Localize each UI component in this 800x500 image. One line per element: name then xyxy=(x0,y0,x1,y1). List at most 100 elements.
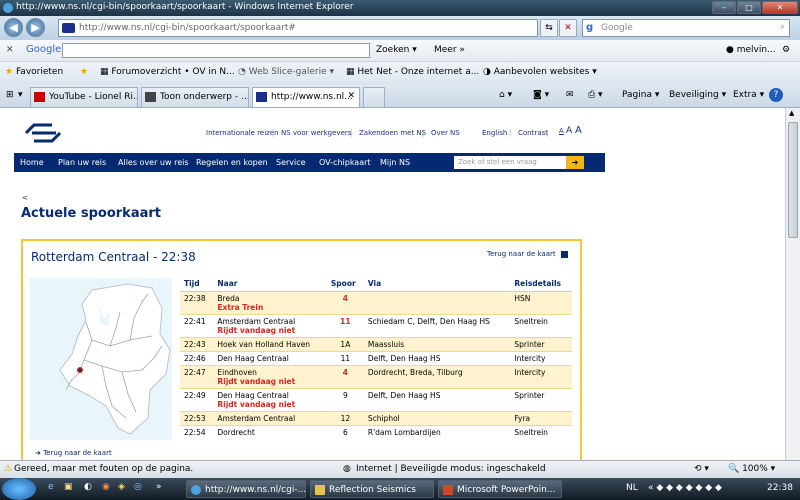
close-tab-icon[interactable]: ✕ xyxy=(347,91,355,101)
tab-youtube[interactable]: YouTube - Lionel Ri... xyxy=(30,87,138,107)
nav-alles-over-uw-reis[interactable]: Alles over uw reis xyxy=(118,158,189,167)
print-icon[interactable]: ⎙ ▾ xyxy=(588,90,603,100)
departure-type[interactable]: Intercity xyxy=(510,365,572,389)
taskbar-item-folder[interactable]: Reflection Seismics xyxy=(310,480,434,498)
home-icon[interactable]: ⌂ ▾ xyxy=(499,90,512,100)
taskbar-item-powerpoint[interactable]: Microsoft PowerPoin... xyxy=(438,480,562,498)
vertical-scrollbar[interactable]: ▲ xyxy=(785,108,800,460)
departure-row[interactable]: 22:47 Eindhoven Rijdt vandaag niet 4 Dordrec… xyxy=(180,365,572,389)
wrench-icon[interactable]: ⚙ xyxy=(782,45,790,55)
site-search-button[interactable]: ➜ xyxy=(566,156,584,169)
tab-list-icon[interactable]: ▾ xyxy=(18,90,23,100)
back-button[interactable]: ◀ xyxy=(4,18,23,37)
departure-row[interactable]: 22:46 Den Haag Centraal 11 Delft, Den Haag … xyxy=(180,351,572,366)
add-favorite-icon[interactable]: ★ xyxy=(80,67,88,77)
link-over-ns[interactable]: Over NS xyxy=(431,129,460,137)
nav-home[interactable]: Home xyxy=(20,158,44,167)
departure-row[interactable]: 22:54 Dordrecht 6 R'dam Lombardijen Sneltrei… xyxy=(180,425,572,439)
departure-type[interactable]: HSN xyxy=(510,291,572,315)
protection-icon[interactable]: ⟲ ▾ xyxy=(694,464,709,474)
language-indicator[interactable]: NL xyxy=(626,483,638,493)
warning-icon[interactable]: ⚠ xyxy=(4,464,12,474)
clock[interactable]: 22:38 xyxy=(767,483,793,493)
extra-menu[interactable]: Extra ▾ xyxy=(733,90,764,100)
link-international[interactable]: Internationale reizen xyxy=(206,129,279,137)
link-english[interactable]: English xyxy=(482,129,507,137)
netherlands-map[interactable] xyxy=(30,278,172,440)
departure-row[interactable]: 22:41 Amsterdam Centraal Rijdt vandaag nie… xyxy=(180,314,572,338)
departure-row[interactable]: 22:49 Den Haag Centraal Rijdt vandaag niet… xyxy=(180,388,572,412)
tray-icons[interactable]: « ◆ ◆ ◆ ◆ ◆ ◆ ◆ xyxy=(648,483,722,493)
link-werkgevers[interactable]: NS voor werkgevers xyxy=(281,129,351,137)
tab-ns[interactable]: http://www.ns.nl... ✕ xyxy=(252,87,360,107)
departure-type[interactable]: Fyra xyxy=(510,411,572,426)
favorites-button[interactable]: ★ Favorieten xyxy=(5,67,63,77)
security-zone[interactable]: Internet | Beveiligde modus: ingeschakel… xyxy=(356,464,546,474)
back-link[interactable]: < xyxy=(22,194,28,202)
address-input[interactable]: http://www.ns.nl/cgi-bin/spoorkaart/spoo… xyxy=(58,19,538,37)
font-size-medium[interactable]: A xyxy=(566,126,572,136)
zoeken-button[interactable]: Zoeken ▾ xyxy=(376,45,417,55)
minimize-button[interactable]: – xyxy=(712,1,736,14)
nav-mijn-ns[interactable]: Mijn NS xyxy=(380,158,410,167)
ns-tab-icon xyxy=(256,92,267,102)
departure-row[interactable]: 22:38 Breda Extra Trein 4 HSN xyxy=(180,291,572,315)
quicklaunch-icon[interactable]: ◉ xyxy=(102,482,110,492)
nav-service[interactable]: Service xyxy=(276,158,306,167)
search-box[interactable]: g Google ⌕ xyxy=(582,19,790,37)
favorite-item[interactable]: ▦ Het Net - Onze internet a... xyxy=(346,67,479,77)
tab-forum[interactable]: Toon onderwerp - ... xyxy=(141,87,249,107)
window-controls: – □ ✕ xyxy=(712,1,798,14)
start-button[interactable] xyxy=(2,478,36,500)
departure-destination: Dordrecht xyxy=(213,425,327,439)
departure-row[interactable]: 22:53 Amsterdam Centraal 12 Schiphol Fyra xyxy=(180,411,572,426)
departure-type[interactable]: Intercity xyxy=(510,351,572,366)
mail-icon[interactable]: ✉ xyxy=(566,90,574,100)
nav-plan-uw-reis[interactable]: Plan uw reis xyxy=(58,158,106,167)
maximize-button[interactable]: □ xyxy=(737,1,761,14)
font-size-small[interactable]: A xyxy=(559,127,564,135)
quicklaunch-ie-icon[interactable]: e xyxy=(48,482,54,492)
departure-row[interactable]: 22:43 Hoek van Holland Haven 1A Maassluis Sp… xyxy=(180,337,572,352)
nav-ov-chipkaart[interactable]: OV-chipkaart xyxy=(319,158,371,167)
quicklaunch-icon[interactable]: ◎ xyxy=(134,482,142,492)
close-window-button[interactable]: ✕ xyxy=(762,1,798,14)
font-size-large[interactable]: A xyxy=(575,125,582,136)
departure-type[interactable]: Sneltrein xyxy=(510,314,572,338)
site-search-input[interactable]: Zoek of stel een vraag xyxy=(454,156,570,169)
departure-type[interactable]: Sprinter xyxy=(510,337,572,352)
web-slice-button[interactable]: ◔ Web Slice-galerie ▾ xyxy=(238,67,334,77)
map-back-link[interactable]: ➜ Terug naar de kaart xyxy=(35,449,112,457)
quick-tabs-icon[interactable]: ⊞ xyxy=(6,90,14,100)
feeds-icon[interactable]: ◙ ▾ xyxy=(533,90,549,100)
refresh-icon[interactable]: ⇆ xyxy=(540,19,558,37)
search-icon[interactable]: ⌕ xyxy=(780,22,785,32)
forward-button[interactable]: ▶ xyxy=(26,18,45,37)
departure-type[interactable]: Sprinter xyxy=(510,388,572,412)
quicklaunch-more-icon[interactable]: » xyxy=(156,482,162,492)
quicklaunch-folder-icon[interactable]: ▣ xyxy=(64,482,73,492)
close-toolbar-icon[interactable]: ✕ xyxy=(6,45,14,55)
link-zakendoen[interactable]: Zakendoen met NS xyxy=(359,129,426,137)
scroll-up-icon[interactable]: ▲ xyxy=(789,109,794,117)
page-menu[interactable]: Pagina ▾ xyxy=(622,90,659,100)
stop-icon[interactable]: ✕ xyxy=(559,19,577,37)
suggested-sites-button[interactable]: ◑ Aanbevolen websites ▾ xyxy=(483,67,597,77)
quicklaunch-icon[interactable]: ◐ xyxy=(84,482,92,492)
link-contrast[interactable]: Contrast xyxy=(518,129,548,137)
departure-type[interactable]: Sneltrein xyxy=(510,425,572,439)
taskbar-item-ie[interactable]: http://www.ns.nl/cgi-... xyxy=(186,480,306,498)
google-search-input[interactable] xyxy=(62,43,370,58)
scrollbar-thumb[interactable] xyxy=(788,122,798,238)
safety-menu[interactable]: Beveiliging ▾ xyxy=(669,90,726,100)
nav-regelen-en-kopen[interactable]: Regelen en kopen xyxy=(196,158,268,167)
zoom-control[interactable]: 🔍 100% ▾ xyxy=(728,464,775,474)
user-menu[interactable]: ● melvin... xyxy=(726,45,776,55)
back-to-map-link[interactable]: Terug naar de kaart xyxy=(487,250,568,258)
quicklaunch-icon[interactable]: ◈ xyxy=(118,482,125,492)
new-tab-button[interactable] xyxy=(363,87,385,107)
help-icon[interactable]: ? xyxy=(769,88,783,102)
ns-logo[interactable] xyxy=(22,122,64,144)
favorite-item[interactable]: ▦ Forumoverzicht • OV in N... xyxy=(100,67,235,77)
meer-button[interactable]: Meer » xyxy=(434,45,465,55)
